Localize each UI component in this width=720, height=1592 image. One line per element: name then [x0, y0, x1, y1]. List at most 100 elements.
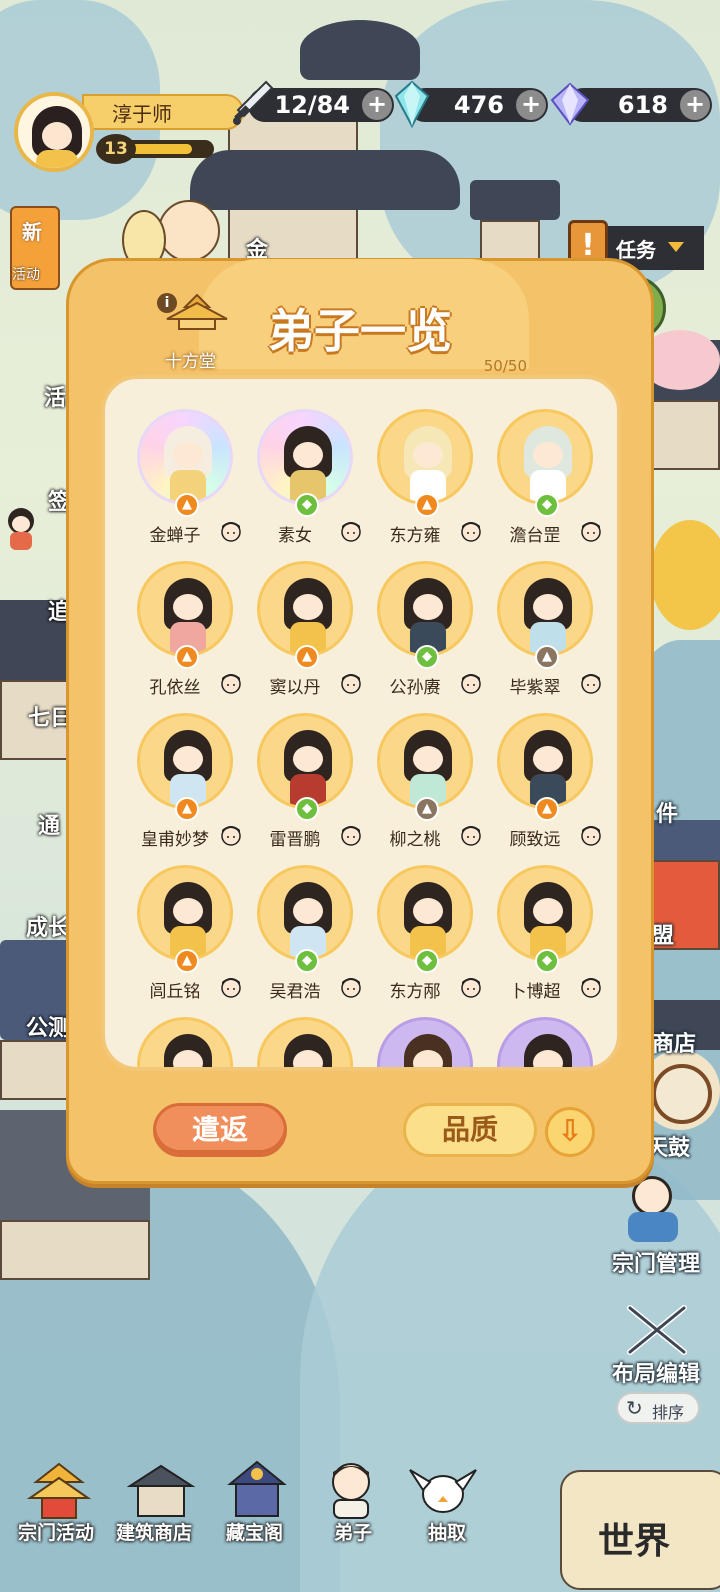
disciple-card[interactable]: ◆ 公孙赓: [367, 561, 487, 711]
scholar-head-icon: [581, 522, 601, 542]
disciple-portrait: [377, 713, 473, 809]
disciple-name: 皇甫妙梦: [141, 830, 209, 850]
disciple-card[interactable]: ◆ 吴君浩: [247, 865, 367, 1015]
disciple-card[interactable]: [487, 1017, 607, 1067]
shop-label[interactable]: 商店: [652, 1026, 696, 1058]
disciple-portrait: [257, 865, 353, 961]
wood-element-icon: ◆: [295, 797, 319, 821]
crystal-plus-button[interactable]: +: [516, 90, 546, 120]
building-icon[interactable]: [126, 1460, 196, 1520]
chevron-down-icon: [668, 242, 684, 252]
layout-edit-label[interactable]: 布局编辑: [612, 1356, 700, 1388]
new-event-button[interactable]: 新 活动: [10, 206, 60, 290]
disciple-card[interactable]: ▲ 柳之桃: [367, 713, 487, 863]
disciple-card[interactable]: ▲ 金蝉子: [127, 409, 247, 559]
sect-name: 十方堂: [165, 352, 216, 372]
scholar-head-icon: [581, 978, 601, 998]
disciple-card[interactable]: ▲ 毕紫翠: [487, 561, 607, 711]
earth-element-icon: ▲: [415, 797, 439, 821]
sect-manager-icon[interactable]: [624, 1176, 684, 1246]
scholar-head-icon: [221, 522, 241, 542]
disciple-name: 东方雍: [389, 526, 441, 546]
nav-sect-activity[interactable]: 宗门活动: [18, 1518, 94, 1545]
player-avatar[interactable]: [14, 92, 94, 172]
blue-crystal-icon: [394, 80, 430, 128]
scholar-head-icon: [221, 978, 241, 998]
event-item-label[interactable]: 件: [656, 796, 678, 828]
sort-button[interactable]: ↻ 排序: [616, 1392, 700, 1424]
disciple-portrait: [137, 409, 233, 505]
disciple-name: 公孙赓: [389, 678, 441, 698]
nav-draw[interactable]: 抽取: [428, 1518, 466, 1545]
treasure-pavilion-icon[interactable]: [222, 1460, 292, 1520]
earth-element-icon: ▲: [535, 645, 559, 669]
wood-element-icon: ◆: [535, 949, 559, 973]
sort-direction-button[interactable]: ⇩: [545, 1107, 595, 1157]
disciple-count: 50/50: [483, 357, 527, 375]
growth-label[interactable]: 成长: [26, 910, 70, 942]
crystal-counter: 476 +: [394, 80, 548, 128]
stamina-plus-button[interactable]: +: [362, 90, 392, 120]
disciple-portrait: [257, 713, 353, 809]
scholar-head-icon: [341, 978, 361, 998]
disciple-card[interactable]: ◆ 卜博超: [487, 865, 607, 1015]
gem-plus-button[interactable]: +: [680, 90, 710, 120]
info-icon[interactable]: i: [157, 293, 177, 313]
disciple-portrait: [137, 713, 233, 809]
disciple-name: 素女: [278, 526, 312, 546]
disciple-card[interactable]: ◆ 雷晋鹏: [247, 713, 367, 863]
pagoda-icon[interactable]: [24, 1460, 94, 1520]
dismiss-button[interactable]: 遣返: [153, 1103, 287, 1157]
disciple-portrait: [497, 713, 593, 809]
disciple-portrait: [257, 1017, 353, 1067]
gem-counter: 618 +: [550, 82, 712, 126]
disciple-name: 东方邴: [389, 982, 441, 1002]
disciple-card[interactable]: [247, 1017, 367, 1067]
nav-building-shop[interactable]: 建筑商店: [116, 1518, 192, 1545]
disciple-portrait: [137, 1017, 233, 1067]
scholar-head-icon: [461, 522, 481, 542]
disciple-icon[interactable]: [316, 1460, 386, 1520]
disciple-portrait: [497, 409, 593, 505]
disciple-card[interactable]: ▲ 顾致远: [487, 713, 607, 863]
refresh-icon: ↻: [626, 1396, 643, 1420]
layout-edit-icon[interactable]: [622, 1300, 692, 1360]
nav-treasure-pavilion[interactable]: 藏宝阁: [226, 1518, 283, 1545]
purple-gem-icon: [550, 82, 590, 126]
disciple-name: 柳之桃: [389, 830, 441, 850]
crystal-value: 476: [453, 91, 504, 119]
disciple-card[interactable]: ▲ 孔依丝: [127, 561, 247, 711]
sword-icon: [233, 80, 274, 125]
alliance-label[interactable]: 盟: [652, 918, 674, 950]
disciple-card[interactable]: [127, 1017, 247, 1067]
fire-element-icon: ▲: [175, 645, 199, 669]
player-card[interactable]: 淳于师 13: [12, 88, 244, 172]
disciple-portrait: [377, 561, 473, 657]
disciple-card[interactable]: [367, 1017, 487, 1067]
stamina-counter: 12/84 +: [233, 80, 394, 125]
scholar-head-icon: [341, 522, 361, 542]
disciple-card[interactable]: ◆ 澹台罡: [487, 409, 607, 559]
disciple-card[interactable]: ▲ 闾丘铭: [127, 865, 247, 1015]
disciple-list[interactable]: ▲ 金蝉子 ◆ 素女 ▲ 东方雍 ◆ 澹台罡 ▲ 孔依丝 ▲ 窦以丹 ◆ 公孙赓 ▲ 毕紫翠 ▲ 皇甫妙梦 ◆ 雷晋鹏…: [101, 375, 621, 1071]
fire-element-icon: ▲: [175, 949, 199, 973]
wood-element-icon: ◆: [535, 493, 559, 517]
child-disciple-avatar[interactable]: [4, 508, 38, 550]
disciple-card[interactable]: ◆ 东方邴: [367, 865, 487, 1015]
world-button[interactable]: 世界: [598, 1512, 670, 1564]
disciple-list-panel: 弟子一览 50/50 i 十方堂 ▲ 金蝉子 ◆ 素女 ▲ 东方雍 ◆ 澹台罡 ▲ 孔依丝 ▲ 窦以丹…: [66, 258, 654, 1184]
disciple-card[interactable]: ◆ 素女: [247, 409, 367, 559]
drum-icon[interactable]: [652, 1064, 712, 1124]
disciple-card[interactable]: ▲ 窦以丹: [247, 561, 367, 711]
scholar-head-icon: [341, 674, 361, 694]
bird-icon[interactable]: [408, 1460, 478, 1520]
disciple-card[interactable]: ▲ 东方雍: [367, 409, 487, 559]
quality-sort-button[interactable]: 品质: [403, 1103, 537, 1157]
side-huo-label[interactable]: 活: [44, 380, 66, 412]
nav-disciples[interactable]: 弟子: [334, 1518, 372, 1545]
sect-management-label[interactable]: 宗门管理: [612, 1246, 700, 1278]
disciple-card[interactable]: ▲ 皇甫妙梦: [127, 713, 247, 863]
pass-label[interactable]: 通: [38, 808, 60, 840]
wood-element-icon: ◆: [295, 493, 319, 517]
public-test-label[interactable]: 公测: [26, 1010, 70, 1042]
